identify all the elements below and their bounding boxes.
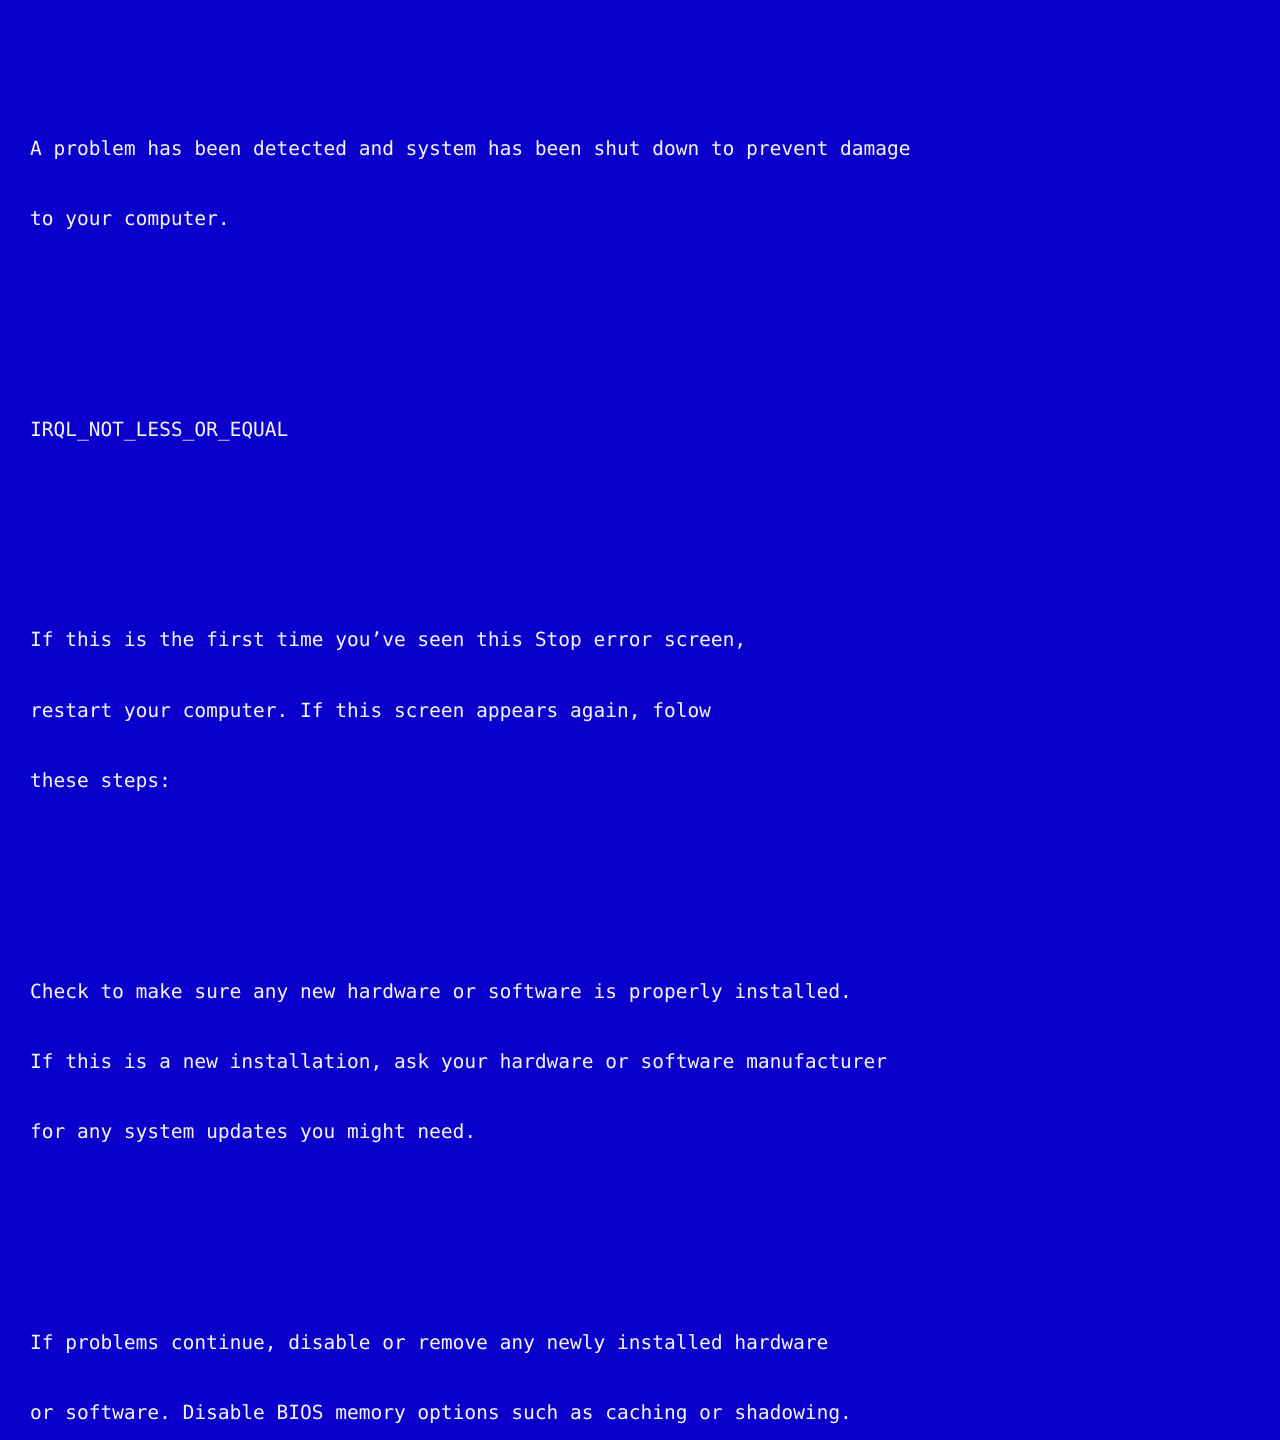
problems-continue-line-2: or software. Disable BIOS memory options…	[30, 1400, 852, 1424]
check-hardware-line-1: Check to make sure any new hardware or s…	[30, 979, 852, 1003]
blue-screen-of-death: A problem has been detected and system h…	[0, 0, 1280, 1424]
check-hardware-line-3: for any system updates you might need.	[30, 1119, 477, 1143]
check-hardware-line-2: If this is a new installation, ask your …	[30, 1049, 888, 1073]
problems-continue-line-1: If problems continue, disable or remove …	[30, 1330, 829, 1354]
bsod-text-body: A problem has been detected and system h…	[30, 20, 1280, 1440]
problems-continue-paragraph: If problems continue, disable or remove …	[30, 1284, 1280, 1440]
intro-line-1: A problem has been detected and system h…	[30, 137, 911, 161]
first-time-paragraph: If this is the first time you’ve seen th…	[30, 582, 1280, 839]
first-time-line-1: If this is the first time you’ve seen th…	[30, 628, 747, 652]
intro-line-2: to your computer.	[30, 207, 230, 231]
first-time-line-2: restart your computer. If this screen ap…	[30, 698, 711, 722]
check-hardware-paragraph: Check to make sure any new hardware or s…	[30, 933, 1280, 1190]
first-time-line-3: these steps:	[30, 768, 171, 792]
error-code: IRQL_NOT_LESS_OR_EQUAL	[30, 417, 289, 441]
error-code-paragraph: IRQL_NOT_LESS_OR_EQUAL	[30, 371, 1280, 488]
intro-paragraph: A problem has been detected and system h…	[30, 90, 1280, 277]
